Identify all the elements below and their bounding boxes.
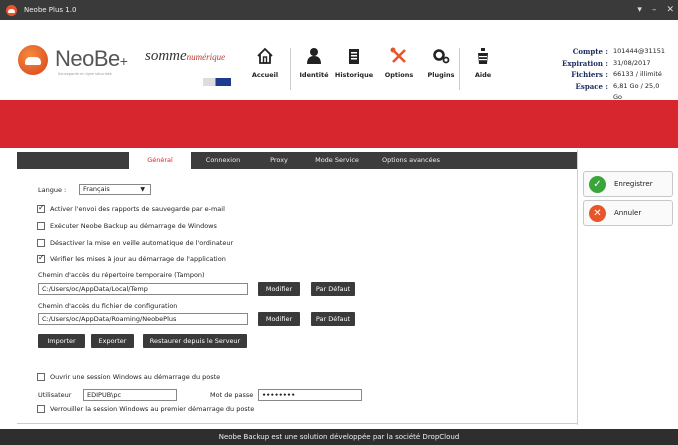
config-path-field[interactable]: C:/Users/oc/AppData/Roaming/NeobePlus (38, 313, 248, 325)
compte-label: Compte : (572, 47, 608, 56)
langue-select-value: Français (83, 185, 110, 193)
nav-accueil-label: Accueil (251, 71, 279, 79)
tools-icon (390, 47, 406, 63)
fichiers-label: Fichiers : (571, 70, 608, 79)
home-icon (257, 47, 273, 64)
restaurer-button[interactable]: Restaurer depuis le Serveur (143, 334, 247, 348)
help-icon (478, 48, 488, 64)
config-par-defaut-button[interactable]: Par Défaut (311, 312, 355, 326)
nav-options[interactable]: Options (376, 46, 422, 94)
cancel-icon: ✕ (589, 204, 606, 222)
neobe-logo-icon (18, 45, 48, 75)
nav-aide-label: Aide (474, 71, 492, 79)
option-mises-a-jour-checkbox[interactable] (37, 253, 45, 263)
window-controls: ▾ – ✕ (637, 0, 674, 20)
annuler-button[interactable]: ✕ Annuler (583, 200, 673, 226)
clipboard-icon (349, 49, 359, 64)
option-veille-label: Désactiver la mise en veille automatique… (50, 239, 234, 247)
brand-plus: + (119, 53, 128, 69)
langue-select[interactable]: Français ▼ (79, 184, 151, 195)
brand-name-text: NeoBe (55, 46, 120, 71)
option-mises-a-jour-label: Vérifier les mises à jour au démarrage d… (50, 255, 226, 263)
nav-options-label: Options (384, 71, 414, 79)
chevron-down-icon: ▼ (140, 186, 145, 193)
utilisateur-label: Utilisateur (38, 391, 72, 399)
option-rapports-checkbox[interactable] (37, 203, 45, 213)
compte-value: 101444@31151 (613, 47, 665, 55)
temp-path-label: Chemin d'accès du répertoire temporaire … (38, 271, 205, 279)
account-expiration-row: Expiration : 31/08/2017 (520, 58, 670, 70)
enregistrer-label: Enregistrer (614, 180, 653, 188)
neobe-app-icon (6, 4, 17, 16)
nav-historique[interactable]: Historique (331, 46, 377, 94)
config-modifier-button[interactable]: Modifier (258, 312, 300, 326)
brand-tagline: Sauvegarde en ligne sécurisée (58, 72, 112, 76)
header-banner (0, 100, 678, 148)
nav-plugins[interactable]: Plugins (418, 46, 464, 94)
config-path-label: Chemin d'accès du fichier de configurati… (38, 302, 178, 310)
nav-accueil[interactable]: Accueil (242, 46, 288, 94)
session-windows-checkbox[interactable] (37, 373, 45, 381)
account-compte-row: Compte : 101444@31151 (520, 46, 670, 58)
session-windows-label: Ouvrir une session Windows au démarrage … (50, 373, 221, 381)
brand-name: NeoBe+ (55, 46, 128, 72)
minimize-button[interactable]: – (652, 5, 657, 15)
header: NeoBe+ Sauvegarde en ligne sécurisée som… (0, 20, 678, 101)
option-demarrage-label: Exécuter Neobe Backup au démarrage de Wi… (50, 222, 217, 230)
option-demarrage-checkbox[interactable] (37, 222, 45, 230)
partner-logo: sommenumérique (145, 48, 225, 65)
nav-plugins-label: Plugins (427, 71, 455, 79)
partner-flag-icon (203, 78, 231, 86)
tab-spacer (17, 152, 129, 169)
enregistrer-button[interactable]: ✓ Enregistrer (583, 171, 673, 197)
verrouiller-label: Verrouiller la session Windows au premie… (50, 405, 255, 413)
user-icon (307, 48, 321, 64)
footer: Neobe Backup est une solution développée… (0, 429, 678, 445)
panel-divider (17, 423, 577, 424)
window-title: Neobe Plus 1.0 (24, 6, 77, 14)
verrouiller-checkbox[interactable] (37, 405, 45, 413)
expiration-label: Expiration : (562, 58, 608, 68)
tab-bar: Général Connexion Proxy Mode Service Opt… (17, 152, 577, 169)
tab-mode-service[interactable]: Mode Service (303, 152, 371, 169)
exporter-button[interactable]: Exporter (91, 334, 134, 348)
nav-historique-label: Historique (334, 71, 374, 79)
mot-de-passe-field[interactable]: •••••••• (258, 389, 362, 401)
tab-connexion[interactable]: Connexion (191, 152, 255, 169)
tab-general[interactable]: Général (129, 152, 191, 169)
title-bar: Neobe Plus 1.0 ▾ – ✕ (0, 0, 678, 20)
window-menu-button[interactable]: ▾ (637, 5, 642, 15)
langue-label: Langue : (38, 186, 67, 194)
annuler-label: Annuler (614, 209, 642, 217)
option-veille-checkbox[interactable] (37, 239, 45, 247)
mot-de-passe-label: Mot de passe (210, 391, 254, 399)
nav-aide[interactable]: Aide (460, 46, 506, 94)
account-info: Compte : 101444@31151 Expiration : 31/08/2… (520, 46, 670, 104)
partner-accent: numérique (186, 52, 226, 62)
side-divider (577, 150, 578, 425)
account-fichiers-row: Fichiers : 66133 / illimité (520, 69, 670, 81)
temp-path-field[interactable]: C:/Users/oc/AppData/Local/Temp (38, 283, 248, 295)
temp-modifier-button[interactable]: Modifier (258, 282, 300, 296)
nav-identite-label: Identité (299, 71, 329, 79)
checkmark-icon: ✓ (589, 175, 606, 193)
option-rapports-label: Activer l'envoi des rapports de sauvegar… (50, 205, 225, 213)
tab-proxy[interactable]: Proxy (255, 152, 303, 169)
expiration-value: 31/08/2017 (613, 58, 651, 67)
temp-par-defaut-button[interactable]: Par Défaut (311, 282, 355, 296)
fichiers-value: 66133 / illimité (613, 70, 662, 78)
partner-name: somme (145, 48, 187, 64)
utilisateur-field[interactable]: EDIPUB\pc (83, 389, 177, 401)
close-button[interactable]: ✕ (666, 5, 674, 15)
importer-button[interactable]: Importer (38, 334, 85, 348)
gears-icon (433, 49, 450, 64)
tab-options-avancees[interactable]: Options avancées (371, 152, 451, 169)
